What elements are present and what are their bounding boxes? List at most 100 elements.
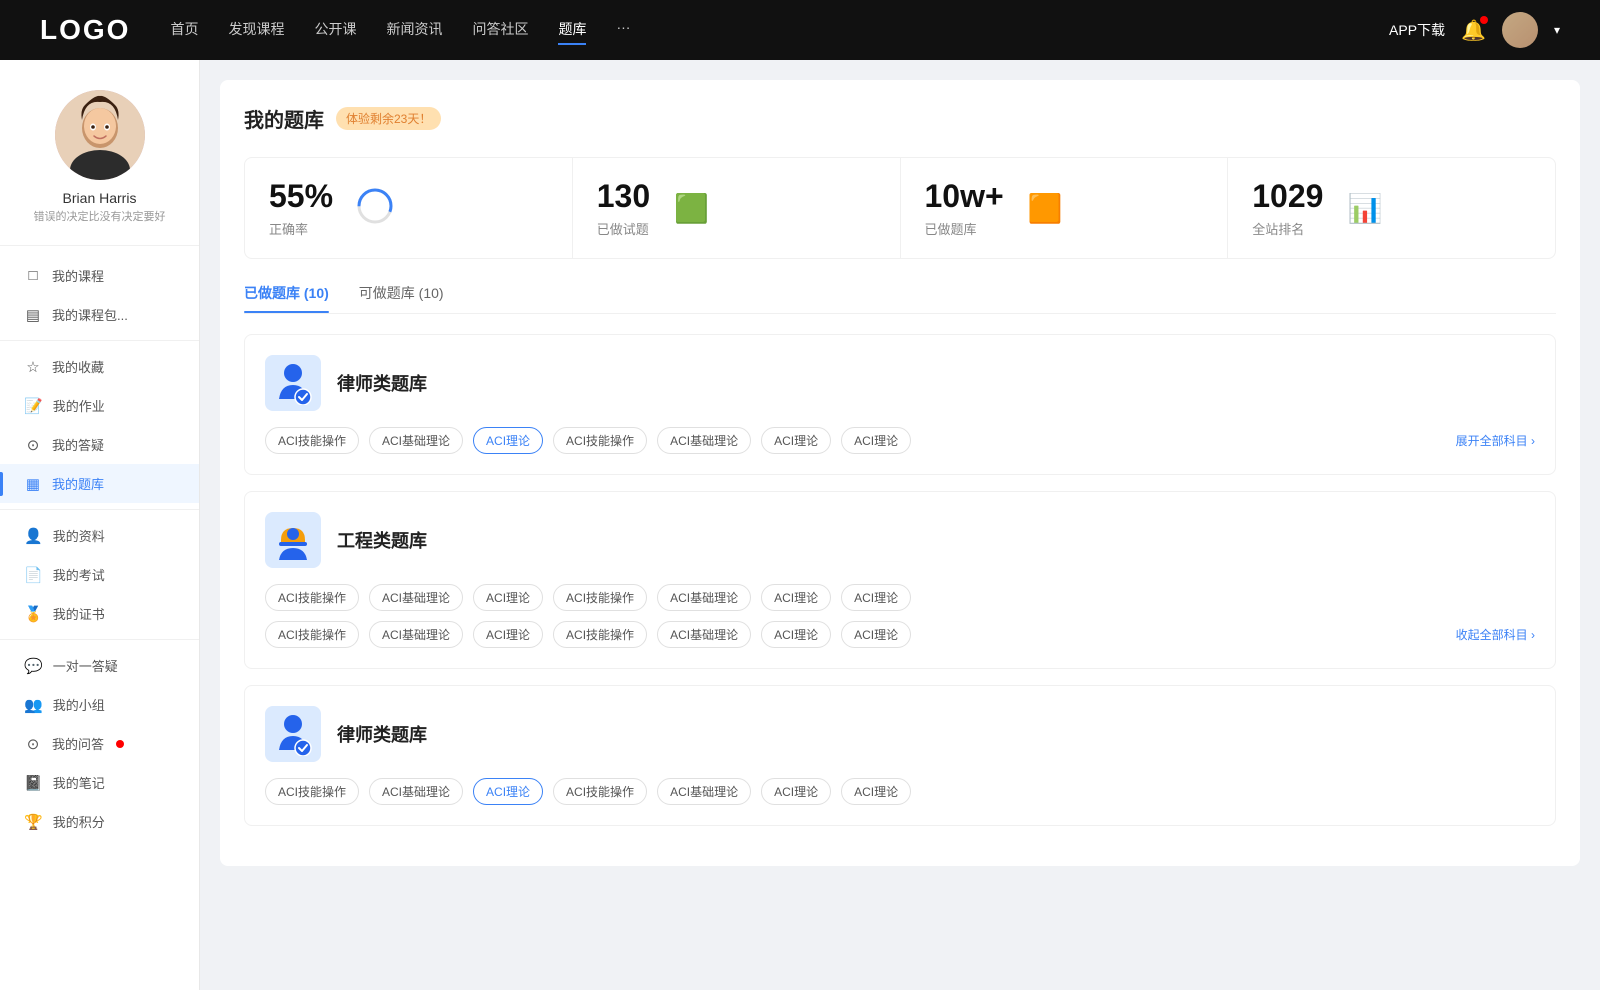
qbank-section-engineer: 工程类题库 ACI技能操作 ACI基础理论 ACI理论 ACI技能操作 ACI基…	[244, 491, 1556, 669]
banks-icon: 🟧	[1028, 192, 1063, 225]
tag-1-2[interactable]: ACI基础理论	[369, 427, 463, 454]
nav-app-download[interactable]: APP下载	[1389, 20, 1445, 40]
qbank-header-1: 律师类题库	[265, 355, 1535, 411]
tag-2-12[interactable]: ACI基础理论	[657, 621, 751, 648]
stats-row: 55% 正确率 130 已做试题 🟩	[244, 157, 1556, 259]
tabs-row: 已做题库 (10) 可做题库 (10)	[244, 283, 1556, 314]
profile-icon: 👤	[24, 527, 43, 545]
tag-1-7[interactable]: ACI理论	[841, 427, 911, 454]
nav-link-home[interactable]: 首页	[170, 15, 198, 45]
sidebar-item-my-courses[interactable]: □ 我的课程	[0, 256, 199, 295]
sidebar-item-label: 我的考试	[53, 565, 105, 584]
nav-notification-bell[interactable]: 🔔	[1461, 18, 1486, 43]
bank-icon: ▦	[24, 475, 42, 493]
profile-avatar	[55, 90, 145, 180]
sidebar-item-one-on-one[interactable]: 💬 一对一答疑	[0, 646, 199, 685]
qbank-header-2: 工程类题库	[265, 512, 1535, 568]
nav-link-news[interactable]: 新闻资讯	[386, 15, 442, 45]
tag-2-13[interactable]: ACI理论	[761, 621, 831, 648]
nav-link-discover[interactable]: 发现课程	[228, 15, 284, 45]
tag-1-3[interactable]: ACI理论	[473, 427, 543, 454]
engineer-icon	[265, 512, 321, 568]
sidebar-item-my-qa[interactable]: ⊙ 我的问答	[0, 724, 199, 763]
stat-number-done: 130	[597, 178, 650, 215]
nav-avatar[interactable]	[1502, 12, 1538, 48]
sidebar-item-questions[interactable]: ⊙ 我的答疑	[0, 425, 199, 464]
sidebar-item-group[interactable]: 👥 我的小组	[0, 685, 199, 724]
tag-2-4[interactable]: ACI技能操作	[553, 584, 647, 611]
stat-label-done: 已做试题	[597, 219, 650, 238]
sidebar-item-course-packages[interactable]: ▤ 我的课程包...	[0, 295, 199, 334]
nav-logo: LOGO	[40, 14, 130, 46]
tag-2-8[interactable]: ACI技能操作	[265, 621, 359, 648]
sidebar-item-label: 我的课程包...	[52, 305, 128, 324]
collapse-btn-2[interactable]: 收起全部科目 ›	[1456, 626, 1535, 643]
trial-badge: 体验剩余23天！	[336, 107, 441, 130]
sidebar-item-label: 我的答疑	[52, 435, 104, 454]
sidebar-divider-1	[0, 340, 199, 341]
main-content: 我的题库 体验剩余23天！ 55% 正确率	[200, 60, 1600, 990]
nav-link-open[interactable]: 公开课	[314, 15, 356, 45]
expand-btn-1[interactable]: 展开全部科目 ›	[1456, 432, 1535, 449]
qbank-title-2: 工程类题库	[337, 527, 427, 553]
question-icon: ⊙	[24, 436, 42, 454]
tag-3-3[interactable]: ACI理论	[473, 778, 543, 805]
sidebar-item-label: 我的问答	[52, 734, 104, 753]
group-icon: 👥	[24, 696, 43, 714]
nav-link-qa[interactable]: 问答社区	[472, 15, 528, 45]
nav-link-questions[interactable]: 题库	[558, 15, 586, 45]
tag-2-1[interactable]: ACI技能操作	[265, 584, 359, 611]
tag-3-6[interactable]: ACI理论	[761, 778, 831, 805]
sidebar-item-homework[interactable]: 📝 我的作业	[0, 386, 199, 425]
tag-2-7[interactable]: ACI理论	[841, 584, 911, 611]
tag-3-4[interactable]: ACI技能操作	[553, 778, 647, 805]
stat-number-ranking: 1029	[1252, 178, 1323, 215]
tag-1-5[interactable]: ACI基础理论	[657, 427, 751, 454]
tag-2-10[interactable]: ACI理论	[473, 621, 543, 648]
exam-icon: 📄	[24, 566, 43, 584]
notes-icon: 📓	[24, 774, 43, 792]
sidebar-item-certificate[interactable]: 🏅 我的证书	[0, 594, 199, 633]
sidebar-divider-3	[0, 639, 199, 640]
tag-2-3[interactable]: ACI理论	[473, 584, 543, 611]
stat-value-banks: 10w+ 已做题库	[925, 178, 1004, 238]
tag-2-6[interactable]: ACI理论	[761, 584, 831, 611]
nav-link-more[interactable]: ···	[616, 15, 630, 45]
sidebar-item-notes[interactable]: 📓 我的笔记	[0, 763, 199, 802]
tag-3-5[interactable]: ACI基础理论	[657, 778, 751, 805]
tag-1-4[interactable]: ACI技能操作	[553, 427, 647, 454]
nav-dropdown-arrow[interactable]: ▾	[1554, 23, 1560, 37]
qa-icon: ⊙	[24, 735, 42, 753]
tags-row-2b: ACI技能操作 ACI基础理论 ACI理论 ACI技能操作 ACI基础理论 AC…	[265, 621, 1535, 648]
tag-2-9[interactable]: ACI基础理论	[369, 621, 463, 648]
sidebar-item-label: 我的资料	[53, 526, 105, 545]
sidebar-item-label: 我的积分	[53, 812, 105, 831]
navbar: LOGO 首页 发现课程 公开课 新闻资讯 问答社区 题库 ··· APP下载 …	[0, 0, 1600, 60]
tag-2-5[interactable]: ACI基础理论	[657, 584, 751, 611]
sidebar-item-points[interactable]: 🏆 我的积分	[0, 802, 199, 841]
qbank-section-lawyer-2: 律师类题库 ACI技能操作 ACI基础理论 ACI理论 ACI技能操作 ACI基…	[244, 685, 1556, 826]
ranking-icon: 📊	[1347, 192, 1382, 225]
tag-2-11[interactable]: ACI技能操作	[553, 621, 647, 648]
sidebar-item-favorites[interactable]: ☆ 我的收藏	[0, 347, 199, 386]
tag-3-1[interactable]: ACI技能操作	[265, 778, 359, 805]
tag-1-1[interactable]: ACI技能操作	[265, 427, 359, 454]
tag-3-7[interactable]: ACI理论	[841, 778, 911, 805]
tag-2-2[interactable]: ACI基础理论	[369, 584, 463, 611]
qbank-header-3: 律师类题库	[265, 706, 1535, 762]
sidebar-item-exam[interactable]: 📄 我的考试	[0, 555, 199, 594]
sidebar-item-question-bank[interactable]: ▦ 我的题库	[0, 464, 199, 503]
sidebar-menu: □ 我的课程 ▤ 我的课程包... ☆ 我的收藏 📝 我的作业 ⊙ 我的答疑 ▦	[0, 246, 199, 851]
tag-2-14[interactable]: ACI理论	[841, 621, 911, 648]
page-header: 我的题库 体验剩余23天！	[244, 104, 1556, 133]
lawyer-icon-2	[265, 706, 321, 762]
sidebar-item-profile[interactable]: 👤 我的资料	[0, 516, 199, 555]
stat-label-accuracy: 正确率	[269, 219, 333, 238]
stat-value-done: 130 已做试题	[597, 178, 650, 238]
tab-done-banks[interactable]: 已做题库 (10)	[244, 283, 329, 313]
tag-3-2[interactable]: ACI基础理论	[369, 778, 463, 805]
stat-banks-done: 10w+ 已做题库 🟧	[901, 158, 1229, 258]
homework-icon: 📝	[24, 397, 43, 415]
tag-1-6[interactable]: ACI理论	[761, 427, 831, 454]
tab-available-banks[interactable]: 可做题库 (10)	[359, 283, 444, 313]
